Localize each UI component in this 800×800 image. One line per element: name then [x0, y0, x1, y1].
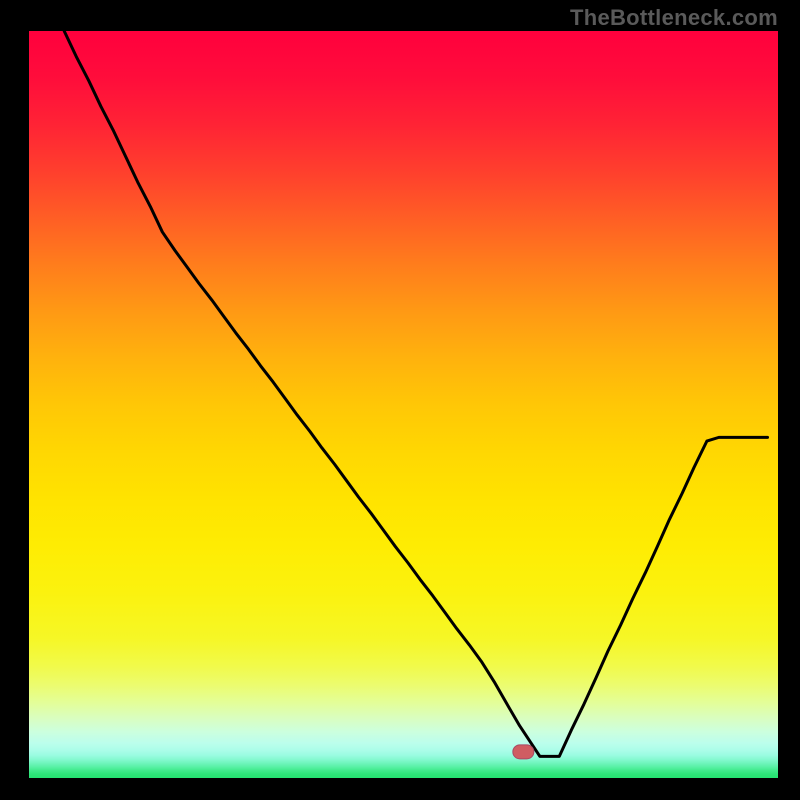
optimal-point-marker	[513, 745, 534, 759]
plot-background	[29, 31, 778, 778]
bottleneck-plot	[0, 0, 800, 800]
stage: TheBottleneck.com	[0, 0, 800, 800]
watermark-label: TheBottleneck.com	[570, 5, 778, 31]
